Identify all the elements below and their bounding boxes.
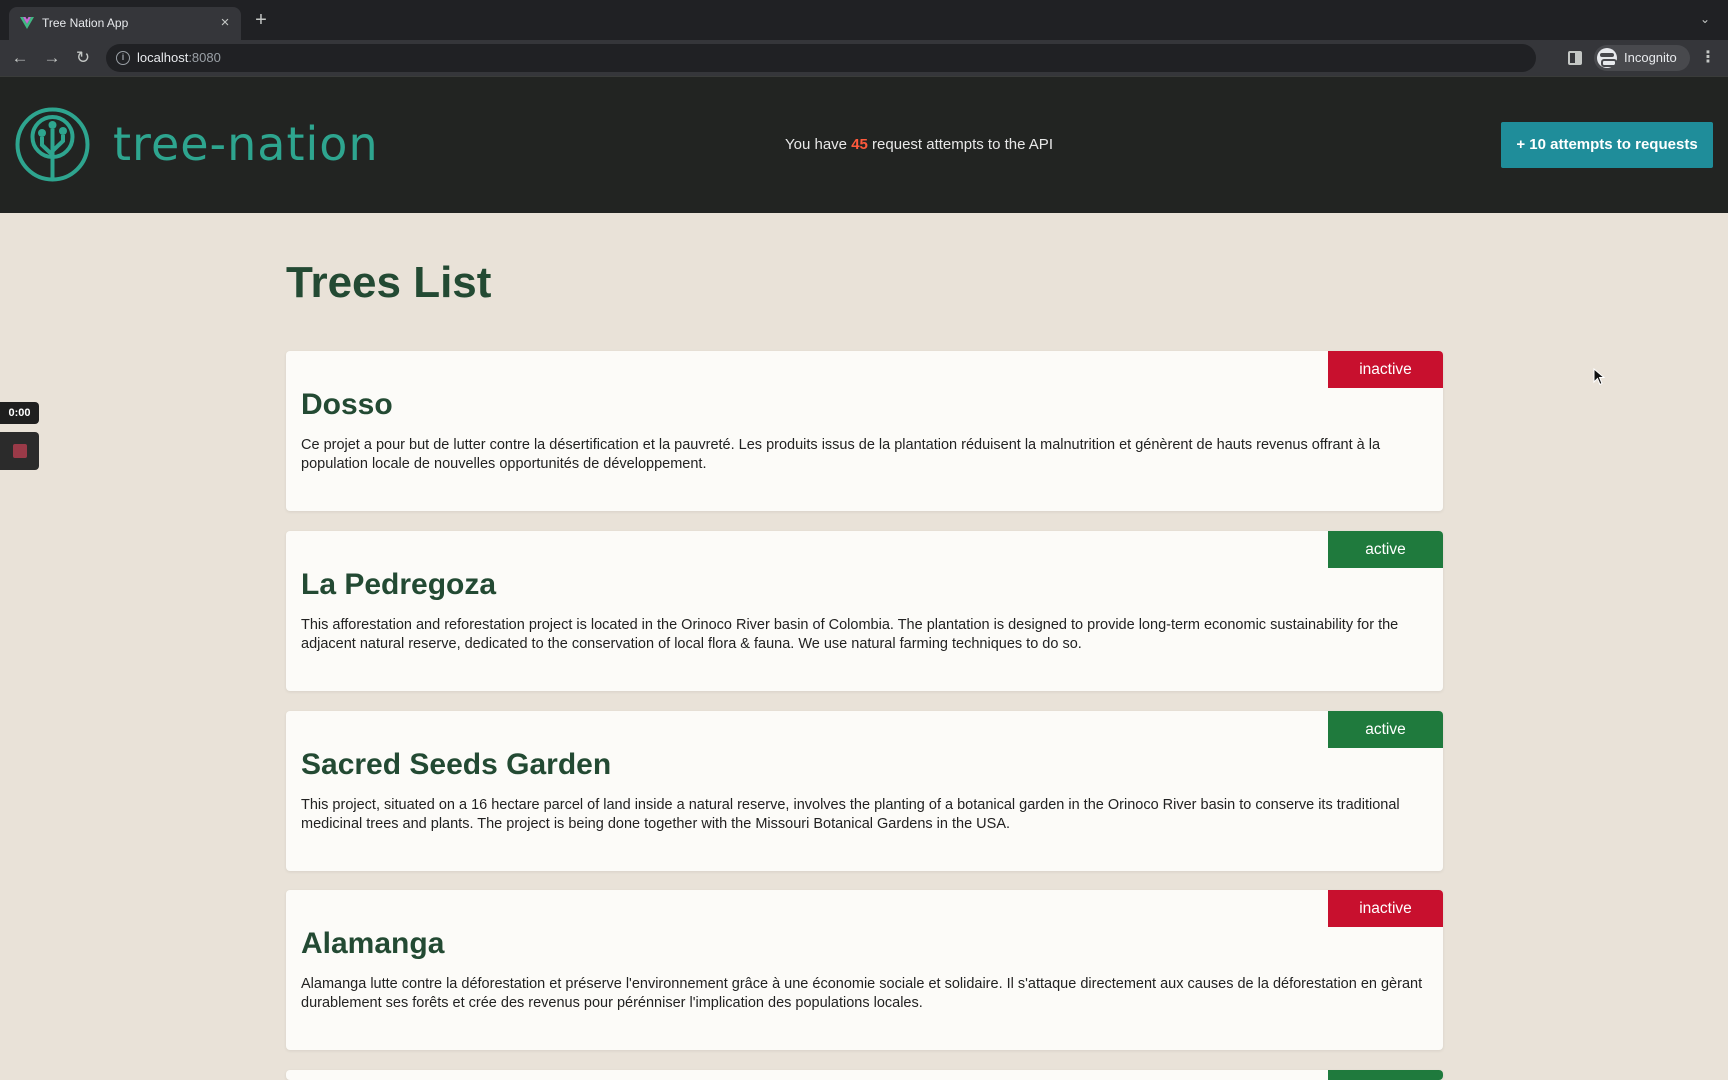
status-badge <box>1328 1070 1443 1080</box>
app-header: tree-nation You have 45 request attempts… <box>0 76 1728 213</box>
incognito-icon <box>1597 48 1617 68</box>
add-attempts-button[interactable]: + 10 attempts to requests <box>1501 122 1713 168</box>
attempts-suffix: request attempts to the API <box>867 136 1053 153</box>
vue-favicon-icon <box>20 17 34 29</box>
recording-timer: 0:00 <box>0 402 39 424</box>
tree-card: active La Pedregoza This afforestation a… <box>286 531 1443 691</box>
tab-list-chevron-icon[interactable]: ⌄ <box>1696 12 1714 30</box>
tree-card: inactive Alamanga Alamanga lutte contre … <box>286 890 1443 1050</box>
tree-name: Alamanga <box>301 927 445 960</box>
address-bar[interactable]: i localhost:8080 ☆ <box>106 44 1646 72</box>
attempts-count: 45 <box>851 136 868 153</box>
side-panel-icon[interactable] <box>1568 51 1582 65</box>
forward-arrow-icon[interactable]: → <box>40 46 64 70</box>
logo-text: tree-nation <box>113 117 379 171</box>
tree-name: Sacred Seeds Garden <box>301 748 612 781</box>
incognito-profile-button[interactable]: Incognito <box>1594 45 1690 71</box>
tree-description: Ce projet a pour but de lutter contre la… <box>301 437 1381 472</box>
back-arrow-icon[interactable]: ← <box>8 46 32 70</box>
mouse-cursor-icon <box>1593 368 1605 386</box>
status-badge: active <box>1328 531 1443 568</box>
tree-card-partial <box>286 1070 1443 1080</box>
tab-close-icon[interactable]: × <box>216 14 234 32</box>
reload-icon[interactable]: ↻ <box>71 46 95 70</box>
tree-card: inactive Dosso Ce projet a pour but de l… <box>286 351 1443 511</box>
tree-name: La Pedregoza <box>301 568 497 601</box>
stop-recording-button[interactable] <box>0 432 39 470</box>
page-title: Trees List <box>286 258 492 307</box>
tree-description: This project, situated on a 16 hectare p… <box>301 797 1400 832</box>
new-tab-icon[interactable]: + <box>250 10 272 32</box>
url-port: :8080 <box>188 50 221 65</box>
url-text: localhost:8080 <box>137 50 221 65</box>
status-badge: active <box>1328 711 1443 748</box>
tree-nation-logo-icon <box>15 107 90 182</box>
tree-card: active Sacred Seeds Garden This project,… <box>286 711 1443 871</box>
browser-menu-icon[interactable]: ⋮ <box>1700 48 1716 68</box>
tab-title: Tree Nation App <box>42 16 129 30</box>
site-info-icon[interactable]: i <box>116 51 130 65</box>
browser-tab[interactable]: Tree Nation App × <box>9 7 241 40</box>
tree-description: This afforestation and reforestation pro… <box>301 617 1399 652</box>
tree-name: Dosso <box>301 388 393 421</box>
api-attempts-message: You have 45 request attempts to the API <box>785 136 1053 153</box>
tree-description: Alamanga lutte contre la déforestation e… <box>301 976 1423 1011</box>
attempts-prefix: You have <box>785 136 852 153</box>
status-badge: inactive <box>1328 890 1443 927</box>
status-badge: inactive <box>1328 351 1443 388</box>
incognito-label: Incognito <box>1624 50 1677 65</box>
browser-tab-bar: Tree Nation App × + ⌄ <box>0 0 1728 40</box>
url-host: localhost <box>137 50 189 65</box>
browser-toolbar: ← → ↻ i localhost:8080 ☆ Incognito ⋮ <box>0 40 1728 76</box>
